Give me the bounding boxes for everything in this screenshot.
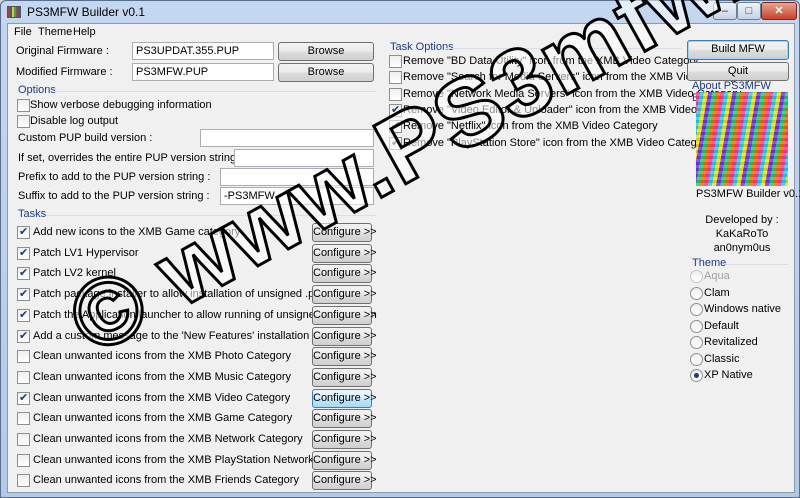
task-label: Clean unwanted icons from the XMB Photo … <box>33 350 292 363</box>
task-configure-button[interactable]: Configure >> <box>312 347 377 367</box>
about-dev2: an0nym0us <box>713 242 771 254</box>
theme-radio[interactable] <box>690 319 703 333</box>
disable-log-label: Disable log output <box>30 115 119 127</box>
task-label: Clean unwanted icons from the XMB Music … <box>33 370 292 383</box>
original-firmware-field[interactable]: PS3UPDAT.355.PUP <box>132 42 274 60</box>
theme-section-title: Theme <box>692 257 727 269</box>
app-icon <box>7 6 21 18</box>
options-section-title: Options <box>18 84 56 96</box>
theme-radio[interactable] <box>690 369 703 382</box>
browse-modified-button[interactable]: Browse <box>278 63 374 82</box>
task-configure-button[interactable]: Configure >> <box>312 450 377 470</box>
menu-theme[interactable]: Theme <box>38 26 72 38</box>
task-configure-button[interactable]: Configure >> <box>312 285 377 305</box>
theme-radio <box>690 270 703 283</box>
task-options-section-title: Task Options <box>390 41 454 53</box>
task-checkbox[interactable] <box>17 433 30 446</box>
menu-help[interactable]: Help <box>73 26 96 38</box>
theme-divider <box>726 264 788 265</box>
app-window: PS3MFW Builder v0.1 – □ ✕ File Theme Hel… <box>0 0 800 498</box>
task-checkbox[interactable] <box>17 225 30 239</box>
about-dev1: KaKaRoTo <box>715 228 769 240</box>
client-area: File Theme Help Original Firmware : PS3U… <box>7 0 800 493</box>
task-checkbox[interactable] <box>17 329 30 343</box>
task-option-checkbox[interactable] <box>389 55 402 68</box>
task-option-checkbox[interactable] <box>389 71 402 85</box>
task-configure-button[interactable]: Configure >> <box>312 326 377 346</box>
theme-radio[interactable] <box>690 303 703 316</box>
window-title: PS3MFW Builder v0.1 <box>27 5 146 19</box>
quit-button[interactable]: Quit <box>687 62 789 81</box>
theme-radio[interactable] <box>690 286 703 300</box>
logo-scanlines <box>696 92 788 186</box>
task-label: Clean unwanted icons from the XMB Networ… <box>33 433 303 445</box>
task-configure-button[interactable]: Configure >> <box>312 471 377 491</box>
task-checkbox[interactable] <box>17 412 30 426</box>
task-checkbox[interactable] <box>17 370 30 384</box>
modified-firmware-label: Modified Firmware : <box>16 66 113 78</box>
task-checkbox[interactable] <box>17 246 30 260</box>
task-label: Clean unwanted icons from the XMB Friend… <box>33 474 299 487</box>
menu-file[interactable]: File <box>14 26 32 38</box>
task-checkbox[interactable] <box>17 287 30 302</box>
task-label: Clean unwanted icons from the XMB Video … <box>33 391 291 404</box>
theme-label: Aqua <box>704 270 730 282</box>
custom-pup-label: Custom PUP build version : <box>18 132 153 144</box>
verbose-checkbox[interactable] <box>17 99 30 112</box>
theme-label: Revitalized <box>704 336 758 348</box>
theme-label: XP Native <box>704 369 753 381</box>
override-label: If set, overrides the entire PUP version… <box>18 152 243 164</box>
task-configure-button[interactable]: Configure >> <box>312 430 377 449</box>
verbose-label: Show verbose debugging information <box>30 99 212 111</box>
theme-label: Windows native <box>704 303 782 315</box>
task-label: Clean unwanted icons from the XMB Game C… <box>33 412 293 425</box>
about-developed-by: Developed by : <box>705 214 779 226</box>
theme-label: Clam <box>704 286 730 299</box>
prefix-label: Prefix to add to the PUP version string … <box>18 171 211 183</box>
task-checkbox[interactable] <box>17 474 30 488</box>
modified-firmware-field[interactable]: PS3MFW.PUP <box>132 63 274 81</box>
task-checkbox[interactable] <box>17 350 30 364</box>
original-firmware-label: Original Firmware : <box>16 45 109 57</box>
options-divider <box>54 91 376 92</box>
disable-log-checkbox[interactable] <box>17 115 30 128</box>
task-checkbox[interactable] <box>17 391 30 405</box>
theme-label: Classic <box>704 352 740 365</box>
about-app-name: PS3MFW Builder v0.1 <box>696 188 800 200</box>
task-configure-button[interactable]: Configure >> <box>312 367 377 387</box>
tasks-section-title: Tasks <box>18 208 47 220</box>
task-configure-button[interactable]: Configure >> <box>312 264 377 284</box>
suffix-label: Suffix to add to the PUP version string … <box>18 190 210 202</box>
browse-original-button[interactable]: Browse <box>278 42 374 61</box>
task-configure-button[interactable]: Configure >> <box>312 409 377 429</box>
task-checkbox[interactable] <box>17 453 30 467</box>
theme-radio[interactable] <box>690 336 703 349</box>
task-checkbox[interactable] <box>17 266 30 281</box>
task-configure-button[interactable]: Configure >> <box>312 388 377 408</box>
task-checkbox[interactable] <box>17 308 30 322</box>
task-configure-button[interactable]: Configure >> <box>312 305 377 325</box>
theme-label: Default <box>704 319 739 332</box>
theme-radio[interactable] <box>690 352 703 366</box>
